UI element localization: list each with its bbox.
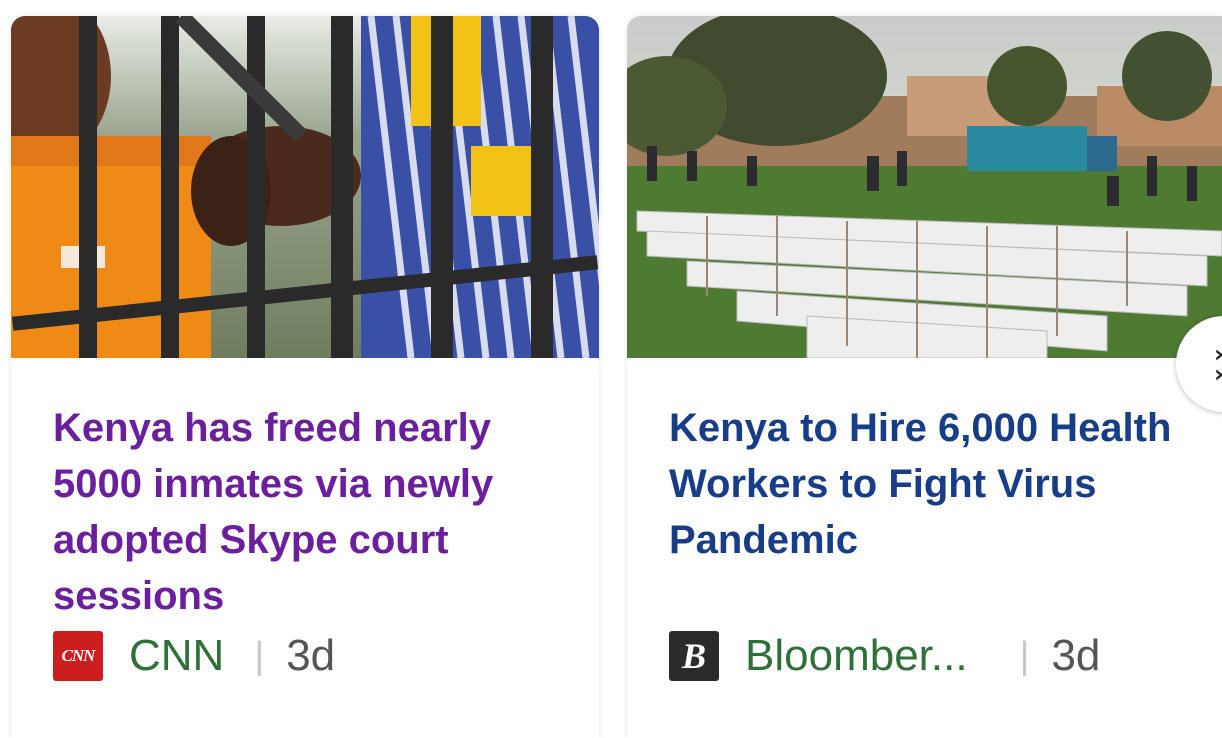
article-source: CNN CNN | 3d	[53, 628, 335, 684]
article-age: 3d	[1051, 631, 1101, 680]
article-headline[interactable]: Kenya to Hire 6,000 Health Workers to Fi…	[669, 400, 1189, 568]
news-carousel: Kenya has freed nearly 5000 inmates via …	[0, 0, 1222, 738]
article-source: B Bloomber... | 3d	[669, 628, 1100, 684]
article-headline[interactable]: Kenya has freed nearly 5000 inmates via …	[53, 400, 573, 624]
separator: |	[1019, 634, 1030, 677]
article-thumbnail[interactable]	[11, 16, 599, 358]
cnn-logo-icon: CNN	[53, 631, 103, 681]
article-age: 3d	[286, 631, 336, 680]
source-name[interactable]: CNN	[129, 631, 224, 681]
article-thumbnail[interactable]	[627, 16, 1222, 358]
bloomberg-logo-icon: B	[669, 631, 719, 681]
chevron-right-icon: ››	[1214, 342, 1222, 386]
separator: |	[254, 634, 265, 677]
news-card[interactable]: Kenya to Hire 6,000 Health Workers to Fi…	[627, 16, 1222, 738]
news-card[interactable]: Kenya has freed nearly 5000 inmates via …	[11, 16, 599, 738]
source-name[interactable]: Bloomber...	[745, 631, 968, 681]
